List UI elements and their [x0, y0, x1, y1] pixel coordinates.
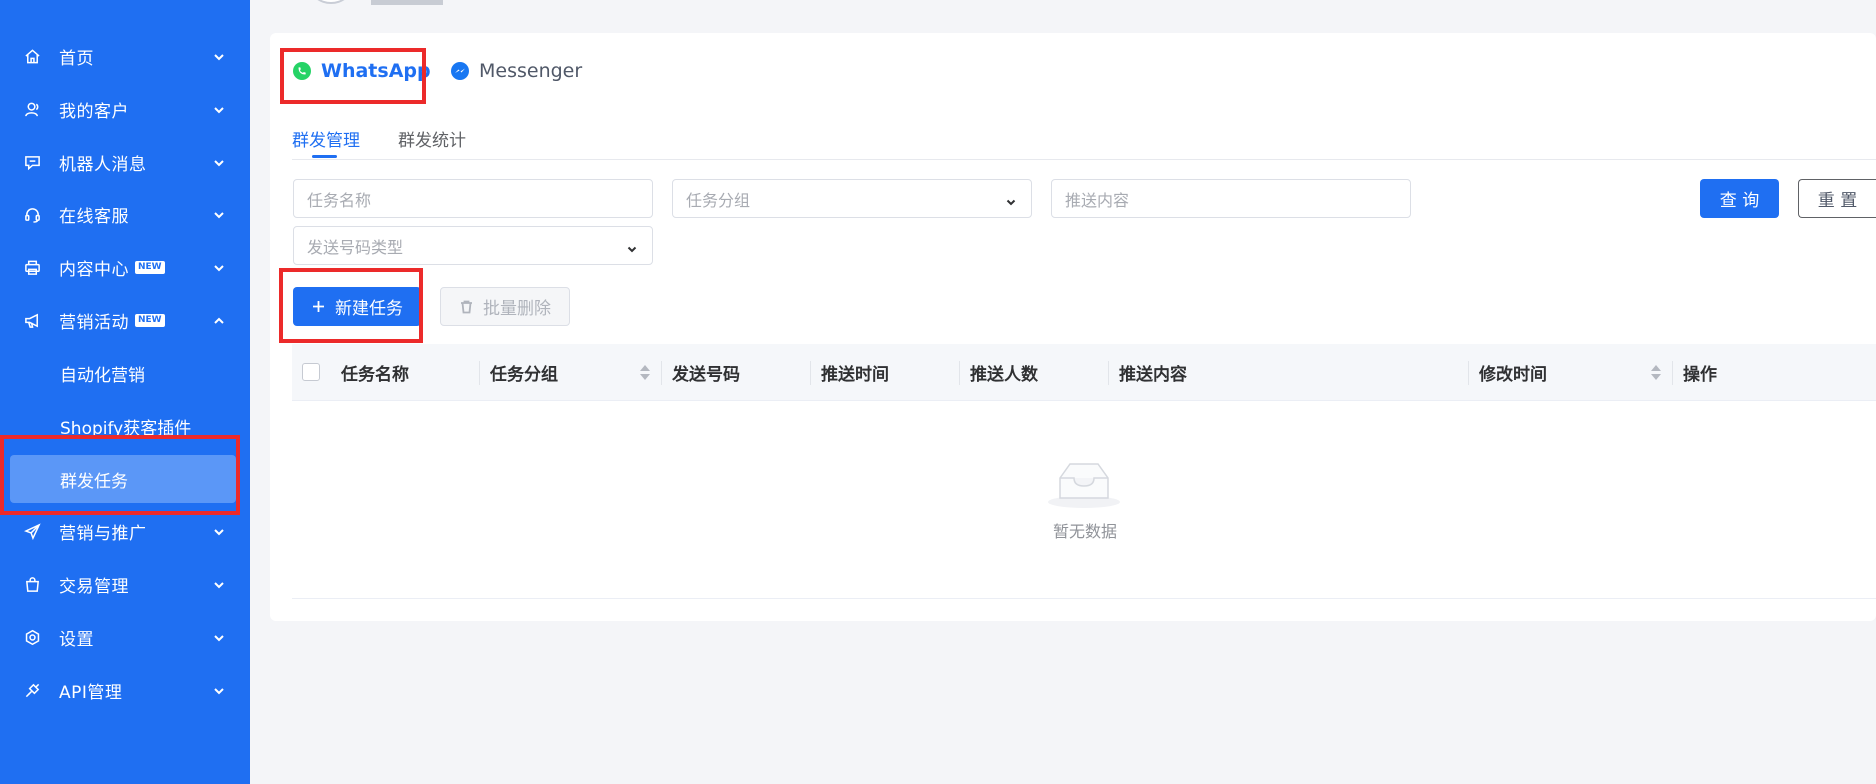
- chevron-down-icon: [1005, 193, 1017, 206]
- col-divider: [810, 361, 811, 385]
- chevron-down-icon: [212, 155, 226, 169]
- col-send-number: 发送号码: [672, 365, 740, 385]
- sidebar-item-online-service[interactable]: 在线客服: [0, 190, 250, 238]
- sidebar-item-label: 我的客户: [59, 101, 129, 122]
- messenger-icon: [450, 61, 470, 81]
- whatsapp-icon: [292, 61, 312, 81]
- batch-delete-button[interactable]: 批量删除: [440, 287, 570, 326]
- col-push-count: 推送人数: [970, 365, 1038, 385]
- chevron-down-icon: [212, 577, 226, 591]
- empty-text: 暂无数据: [1052, 522, 1117, 541]
- reset-button[interactable]: 重 置: [1798, 179, 1876, 218]
- new-task-label: 新建任务: [335, 299, 403, 319]
- sidebar-item-promotion[interactable]: 营销与推广: [0, 507, 250, 555]
- chevron-down-icon: [212, 260, 226, 274]
- push-content-input[interactable]: 推送内容: [1051, 179, 1411, 218]
- chevron-down-icon: [212, 524, 226, 538]
- active-tab-indicator: [312, 155, 337, 158]
- trash-icon: [459, 299, 474, 314]
- new-task-button[interactable]: 新建任务: [293, 287, 421, 326]
- chevron-down-icon: [212, 102, 226, 116]
- chevron-up-icon: [212, 313, 226, 327]
- sidebar: 首页 我的客户 机器人消息 在线客服 内容中心 NEW 营销活动 NEW 自动化…: [0, 0, 250, 784]
- col-push-time: 推送时间: [821, 365, 889, 385]
- api-plug-icon: [23, 681, 41, 699]
- printer-icon: [23, 258, 41, 276]
- sort-modified-time-icon[interactable]: [1651, 364, 1661, 382]
- new-badge: NEW: [135, 313, 165, 327]
- select-all-checkbox[interactable]: [302, 363, 320, 381]
- chat-icon: [23, 153, 41, 171]
- col-divider: [959, 361, 960, 385]
- headset-icon: [23, 205, 41, 223]
- empty-inbox-icon: [1046, 456, 1122, 510]
- sidebar-item-label: 首页: [59, 48, 94, 69]
- sidebar-item-label: API管理: [59, 682, 123, 703]
- number-type-select[interactable]: 发送号码类型: [293, 226, 653, 265]
- sidebar-item-label: 机器人消息: [59, 154, 147, 175]
- megaphone-icon: [23, 311, 41, 329]
- col-actions: 操作: [1683, 365, 1717, 385]
- sidebar-subitem-mass-send[interactable]: 群发任务: [10, 455, 236, 503]
- sidebar-item-label: 交易管理: [59, 576, 129, 597]
- col-divider: [479, 361, 480, 385]
- chevron-down-icon: [626, 240, 638, 253]
- batch-delete-label: 批量删除: [483, 299, 551, 319]
- col-modified-time: 修改时间: [1479, 365, 1547, 385]
- chevron-down-icon: [212, 630, 226, 644]
- new-badge: NEW: [135, 260, 165, 274]
- sidebar-item-transactions[interactable]: 交易管理: [0, 560, 250, 608]
- task-group-placeholder: 任务分组: [686, 190, 751, 210]
- sidebar-item-label: 在线客服: [59, 206, 129, 227]
- sidebar-item-api[interactable]: API管理: [0, 666, 250, 714]
- sidebar-item-home[interactable]: 首页: [0, 32, 250, 80]
- channel-tab-messenger[interactable]: Messenger: [450, 60, 582, 82]
- chevron-down-icon: [212, 207, 226, 221]
- channel-tab-label: Messenger: [479, 60, 583, 82]
- number-type-placeholder: 发送号码类型: [307, 237, 404, 257]
- sidebar-item-marketing[interactable]: 营销活动 NEW: [0, 296, 250, 344]
- col-task-group: 任务分组: [490, 365, 558, 385]
- sidebar-item-label: 内容中心: [59, 259, 129, 280]
- channel-tab-label: WhatsApp: [321, 60, 431, 82]
- tab-mass-send-manage[interactable]: 群发管理: [292, 126, 360, 151]
- paper-plane-icon: [23, 522, 41, 540]
- sidebar-item-content-center[interactable]: 内容中心 NEW: [0, 243, 250, 291]
- task-name-placeholder: 任务名称: [307, 190, 372, 210]
- sidebar-item-settings[interactable]: 设置: [0, 613, 250, 661]
- sidebar-item-label: 营销与推广: [59, 523, 147, 544]
- sidebar-item-label: 设置: [59, 629, 94, 650]
- col-divider: [661, 361, 662, 385]
- task-name-input[interactable]: 任务名称: [293, 179, 653, 218]
- col-divider: [1108, 361, 1109, 385]
- settings-icon: [23, 628, 41, 646]
- home-icon: [23, 47, 41, 65]
- sidebar-subitem-shopify-plugin[interactable]: Shopify获客插件: [0, 402, 250, 450]
- tab-mass-send-stats[interactable]: 群发统计: [398, 126, 466, 151]
- sidebar-item-bot-messages[interactable]: 机器人消息: [0, 138, 250, 186]
- chevron-down-icon: [212, 49, 226, 63]
- query-button[interactable]: 查 询: [1700, 179, 1779, 218]
- sub-tab-bar: 群发管理 群发统计: [292, 126, 1876, 160]
- col-push-content: 推送内容: [1119, 365, 1187, 385]
- task-group-select[interactable]: 任务分组: [672, 179, 1032, 218]
- user-icon: [23, 100, 41, 118]
- col-task-name: 任务名称: [341, 365, 409, 385]
- top-header-strip: [250, 0, 1876, 15]
- shopping-bag-icon: [23, 575, 41, 593]
- push-content-placeholder: 推送内容: [1065, 190, 1130, 210]
- col-divider: [1672, 361, 1673, 385]
- plus-icon: [311, 299, 326, 314]
- table-header: 任务名称 任务分组 发送号码 推送时间 推送人数 推送内容 修改时间 操作: [292, 344, 1876, 401]
- table-bottom-border: [292, 598, 1876, 599]
- username-placeholder: [371, 0, 443, 5]
- channel-tab-whatsapp[interactable]: WhatsApp: [292, 60, 431, 82]
- sidebar-item-customers[interactable]: 我的客户: [0, 85, 250, 133]
- sidebar-subitem-automation[interactable]: 自动化营销: [0, 349, 250, 397]
- sidebar-item-label: 营销活动: [59, 312, 129, 333]
- col-divider: [1468, 361, 1469, 385]
- sort-task-group-icon[interactable]: [640, 364, 650, 382]
- chevron-down-icon: [212, 683, 226, 697]
